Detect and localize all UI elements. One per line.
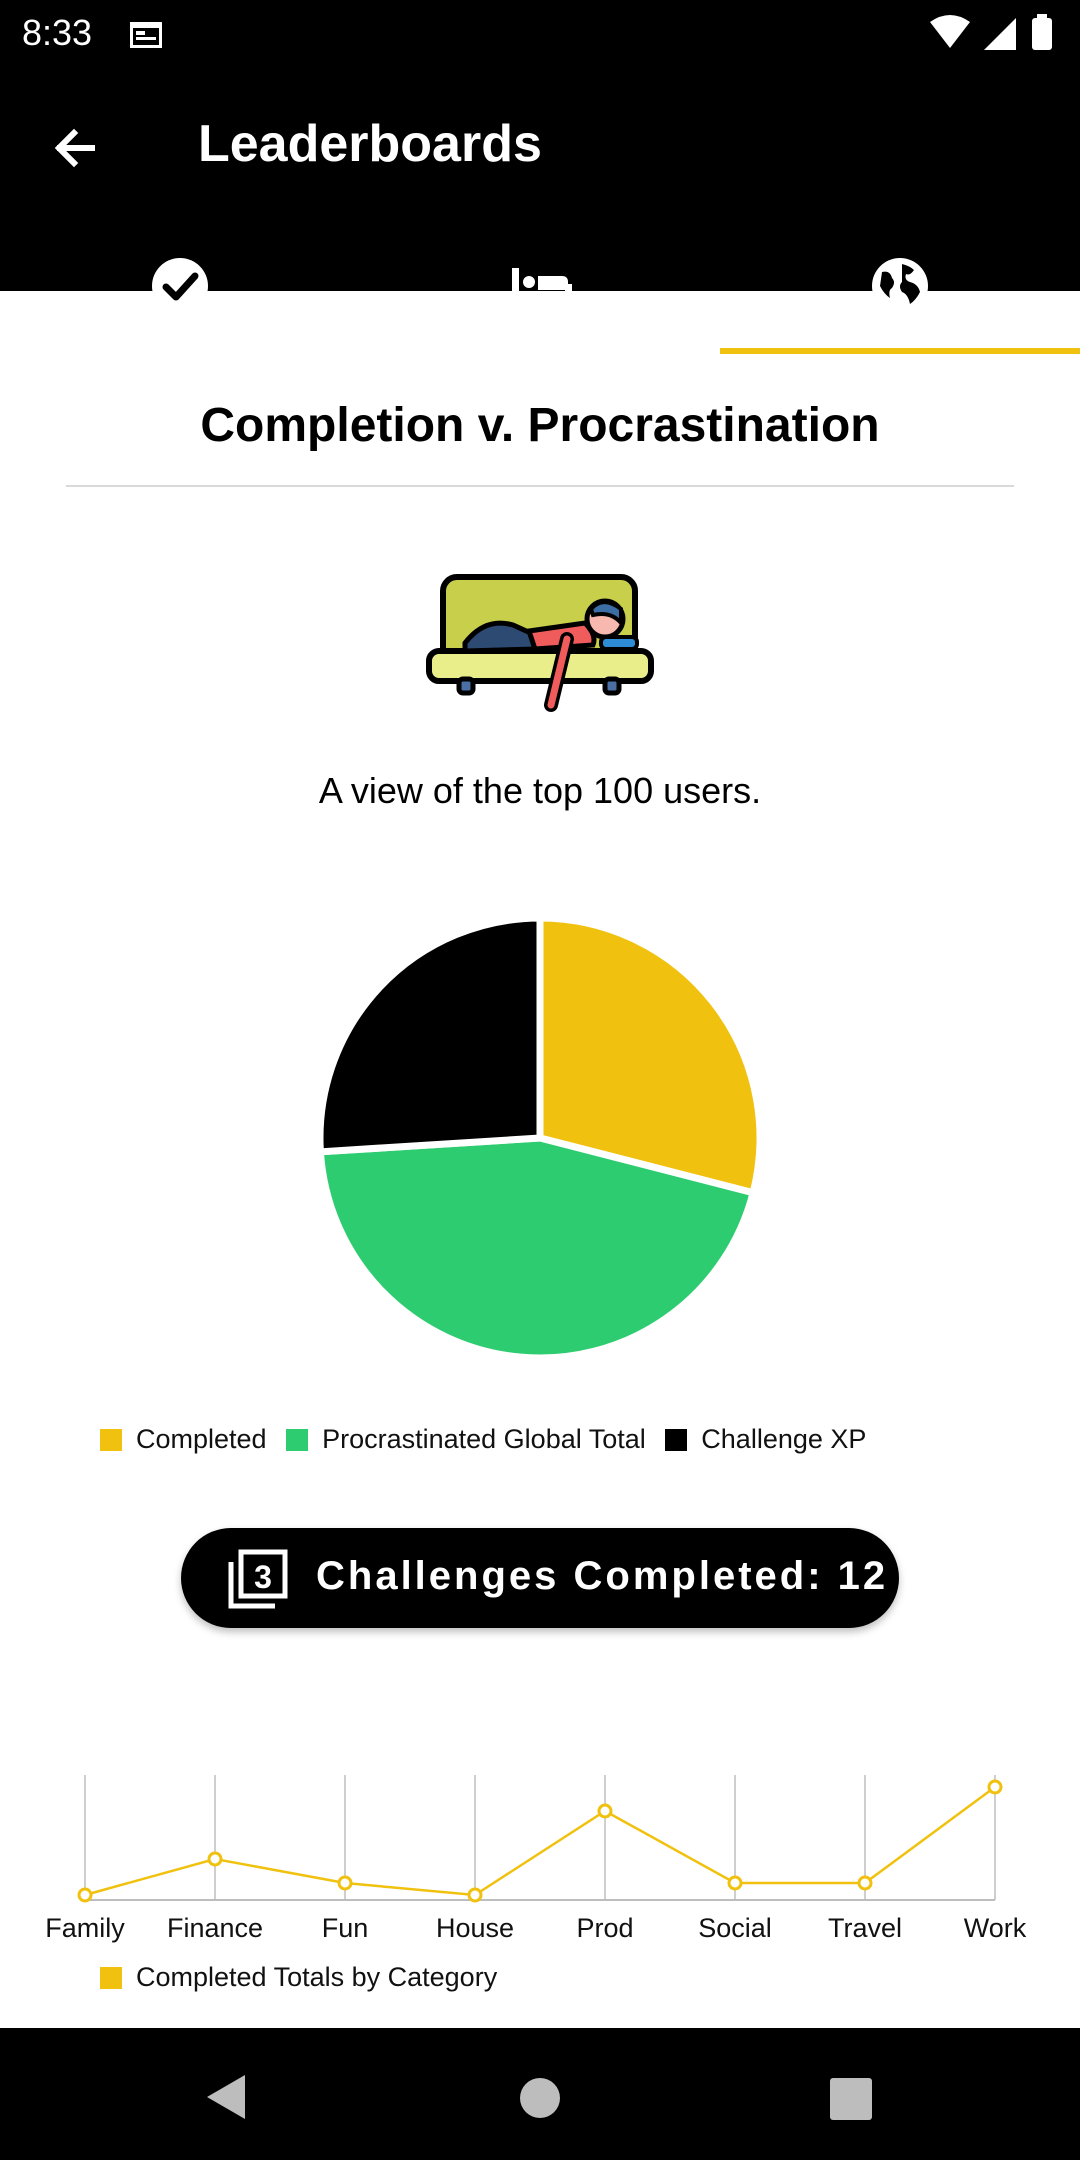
data-point <box>727 1875 743 1891</box>
filter-3-icon: 3 <box>228 1549 288 1609</box>
pie-legend: Completed Procrastinated Global Total Ch… <box>100 1424 878 1458</box>
data-point <box>857 1875 873 1891</box>
nav-recents-icon[interactable] <box>830 2078 872 2120</box>
data-point <box>207 1851 223 1867</box>
category-line-chart: Family Finance Fun House Prod Social Travel Wor… <box>45 1775 1027 1943</box>
page-title: Leaderboards <box>198 115 542 173</box>
legend-label: Completed Totals by Category <box>136 1962 498 1992</box>
x-tick-label: Fun <box>322 1913 369 1943</box>
x-tick-label: Finance <box>167 1913 263 1943</box>
x-tick-label: House <box>436 1913 514 1943</box>
globe-icon <box>872 258 928 314</box>
legend-item-procrastinated: Procrastinated Global Total <box>286 1424 646 1455</box>
svg-text:3: 3 <box>254 1559 272 1595</box>
calendar-icon <box>130 22 162 48</box>
legend-label: Completed <box>136 1424 267 1454</box>
pie-chart <box>316 914 764 1362</box>
bed-icon <box>512 268 572 304</box>
line-legend: Completed Totals by Category <box>100 1962 497 1993</box>
x-tick-label: Family <box>45 1913 125 1943</box>
navigation-bar <box>0 2028 1080 2160</box>
data-point <box>467 1887 483 1903</box>
status-bar: 8:33 <box>0 0 1080 66</box>
x-tick-label: Social <box>698 1913 772 1943</box>
series-line <box>84 1785 996 1897</box>
challenges-completed-button[interactable]: 3 Challenges Completed: 12 <box>181 1528 899 1628</box>
section-title: Completion v. Procrastination <box>200 399 880 452</box>
nav-home-icon[interactable] <box>519 2077 561 2119</box>
legend-swatch <box>286 1428 309 1451</box>
nav-back-icon[interactable] <box>205 2073 249 2121</box>
legend-item-challenge-xp: Challenge XP <box>665 1424 866 1455</box>
legend-swatch <box>665 1428 688 1451</box>
legend-label: Challenge XP <box>701 1424 867 1454</box>
legend-item-completed: Completed <box>100 1424 267 1455</box>
tab-global[interactable] <box>720 236 1080 356</box>
data-point <box>77 1887 93 1903</box>
check-circle-icon <box>152 258 208 314</box>
pie-slice-challenge-xp <box>316 914 544 1156</box>
x-tick-label: Work <box>964 1913 1027 1943</box>
data-point <box>597 1803 613 1819</box>
divider <box>66 485 1014 487</box>
status-icons <box>928 14 1058 59</box>
tab-procrastinated[interactable] <box>360 236 720 356</box>
app-bar: Leaderboards <box>0 66 1080 354</box>
procrastination-illustration <box>426 574 654 712</box>
legend-label: Procrastinated Global Total <box>322 1424 646 1454</box>
tab-completed[interactable] <box>0 236 360 356</box>
data-point <box>337 1875 353 1891</box>
signal-icons <box>930 14 1052 50</box>
x-tick-label: Prod <box>576 1913 633 1943</box>
data-point <box>987 1779 1003 1795</box>
legend-swatch <box>100 1428 122 1451</box>
legend-swatch <box>100 1966 122 1989</box>
challenges-completed-label: Challenges Completed: 12 <box>316 1554 889 1598</box>
back-arrow-icon[interactable] <box>44 116 108 180</box>
x-tick-label: Travel <box>828 1913 902 1943</box>
tab-indicator <box>720 348 1080 354</box>
subtitle: A view of the top 100 users. <box>318 770 762 811</box>
status-time: 8:33 <box>22 12 93 53</box>
